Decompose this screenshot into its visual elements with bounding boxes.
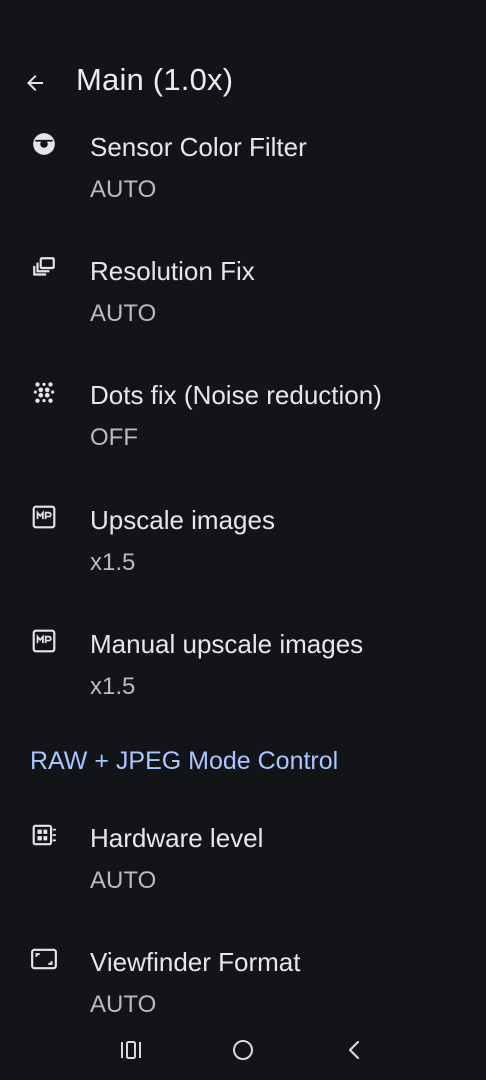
pref-title: Sensor Color Filter <box>90 132 307 162</box>
pref-manual-upscale-images[interactable]: Manual upscale images x1.5 <box>0 627 486 727</box>
pref-summary: AUTO <box>90 300 157 327</box>
recent-apps-button[interactable] <box>111 1034 151 1066</box>
pref-summary: x1.5 <box>90 549 136 576</box>
page-title: Main (1.0x) <box>76 62 234 97</box>
pref-title: Hardware level <box>90 823 264 853</box>
back-icon <box>344 1039 364 1061</box>
home-button[interactable] <box>223 1034 263 1066</box>
arrow-back-icon <box>23 71 47 95</box>
pref-title: Resolution Fix <box>90 256 255 286</box>
pref-title: Manual upscale images <box>90 629 364 659</box>
pref-title: Dots fix (Noise reduction) <box>90 380 382 410</box>
pref-summary: OFF <box>90 424 138 451</box>
memory-chip-icon <box>30 821 58 849</box>
photo-library-icon <box>30 254 58 282</box>
recent-apps-icon <box>119 1040 143 1060</box>
pref-dots-fix[interactable]: Dots fix (Noise reduction) OFF <box>0 378 486 478</box>
mp-icon <box>30 627 58 655</box>
pref-resolution-fix[interactable]: Resolution Fix AUTO <box>0 254 486 354</box>
pref-title: Upscale images <box>90 505 275 535</box>
pref-summary: x1.5 <box>90 673 136 700</box>
home-icon <box>231 1038 255 1062</box>
pref-summary: AUTO <box>90 176 157 203</box>
camera-lens-icon <box>30 130 58 158</box>
pref-summary: AUTO <box>90 867 157 894</box>
pref-hardware-level[interactable]: Hardware level AUTO <box>0 821 486 921</box>
top-app-bar: Main (1.0x) <box>0 52 486 112</box>
category-title: RAW + JPEG Mode Control <box>30 747 339 775</box>
back-button[interactable] <box>18 66 52 100</box>
pref-title: Viewfinder Format <box>90 947 301 977</box>
pref-sensor-color-filter[interactable]: Sensor Color Filter AUTO <box>0 130 486 230</box>
system-navigation-bar <box>0 1020 486 1080</box>
pref-summary: AUTO <box>90 991 157 1018</box>
aspect-ratio-icon <box>30 945 58 973</box>
nav-back-button[interactable] <box>334 1034 374 1066</box>
dots-grid-icon <box>30 378 58 406</box>
mp-icon <box>30 503 58 531</box>
pref-upscale-images[interactable]: Upscale images x1.5 <box>0 503 486 603</box>
